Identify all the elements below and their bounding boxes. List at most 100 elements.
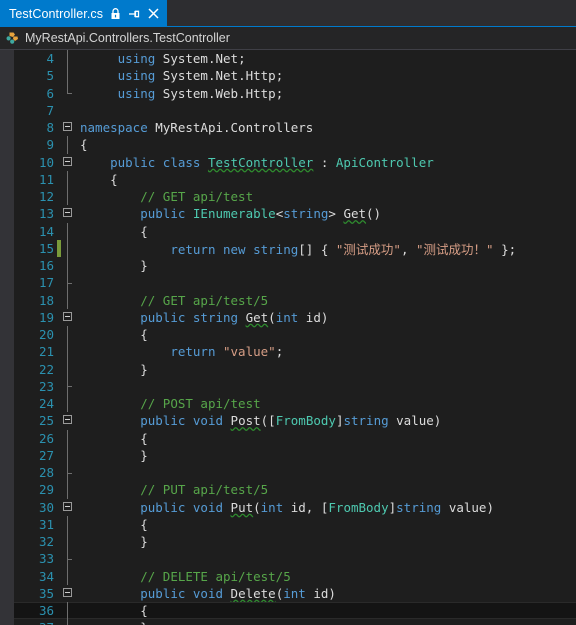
code-line[interactable]: 25 public void Post([FromBody]string val… <box>14 412 576 429</box>
fold-toggle-icon[interactable] <box>61 585 75 602</box>
code-token: // GET api/test/5 <box>140 292 269 308</box>
code-line[interactable]: 22 } <box>14 360 576 378</box>
code-line[interactable]: 16 } <box>14 257 576 275</box>
fold-toggle-icon[interactable] <box>61 499 75 516</box>
code-line[interactable]: 8 namespace MyRestApi.Controllers <box>14 119 576 136</box>
code-line[interactable]: 30 public void Put(int id, [FromBody]str… <box>14 499 576 516</box>
fold-toggle-icon[interactable] <box>61 119 75 136</box>
indicator-margin[interactable] <box>0 50 14 625</box>
code-line[interactable]: 10 public class TestController : ApiCont… <box>14 154 576 171</box>
code-line[interactable]: 27 } <box>14 446 576 464</box>
close-icon[interactable] <box>147 7 160 20</box>
line-number: 36 <box>38 603 54 619</box>
code-token: using <box>117 85 156 101</box>
code-text: { <box>75 224 576 239</box>
line-number: 10 <box>38 154 54 170</box>
code-line[interactable]: 23 <box>14 377 576 395</box>
code-line[interactable]: 21 return "value"; <box>14 343 576 361</box>
code-line[interactable]: 32 } <box>14 533 576 551</box>
code-token: namespace <box>80 120 148 136</box>
line-number: 21 <box>38 344 54 360</box>
line-number: 12 <box>38 189 54 205</box>
code-line[interactable]: 9{ <box>14 136 576 154</box>
code-token: id) <box>298 309 329 325</box>
code-text: // GET api/test <box>75 189 576 204</box>
tab-testcontroller-cs[interactable]: TestController.cs <box>0 0 168 27</box>
code-line[interactable]: 26 { <box>14 429 576 447</box>
code-line[interactable]: 15 return new string[] { "测试成功", "测试成功！"… <box>14 239 576 257</box>
outline-guide <box>61 222 75 240</box>
code-token: } <box>80 534 148 550</box>
code-token: { <box>80 603 148 619</box>
code-token: Get <box>245 309 269 325</box>
code-line[interactable]: 24 // POST api/test <box>14 395 576 413</box>
code-editor[interactable]: 4 using System.Net; 5 using System.Net.Ht… <box>0 50 576 625</box>
code-line[interactable]: 35 public void Delete(int id) <box>14 585 576 602</box>
line-number: 33 <box>38 551 54 567</box>
code-line[interactable]: 6 using System.Web.Http; <box>14 84 576 102</box>
code-text: using System.Net.Http; <box>75 68 576 83</box>
code-line[interactable]: 5 using System.Net.Http; <box>14 67 576 85</box>
code-token: int <box>283 585 306 601</box>
code-token: System.Web.Http; <box>155 85 284 101</box>
breadcrumb-label: MyRestApi.Controllers.TestController <box>25 31 230 45</box>
code-token: void <box>192 585 224 601</box>
outline-guide <box>61 274 75 292</box>
code-token: value) <box>441 499 494 515</box>
fold-toggle-icon[interactable] <box>61 412 75 429</box>
line-number: 9 <box>46 137 54 153</box>
code-line[interactable]: 37 } <box>14 619 576 625</box>
breadcrumb[interactable]: MyRestApi.Controllers.TestController <box>0 27 576 50</box>
fold-toggle-icon[interactable] <box>61 205 75 222</box>
code-line[interactable]: 14 { <box>14 222 576 240</box>
outline-guide <box>61 446 75 464</box>
code-text: } <box>75 448 576 463</box>
code-line[interactable]: 20 { <box>14 326 576 344</box>
fold-toggle-icon[interactable] <box>61 309 75 326</box>
line-number: 34 <box>38 568 54 584</box>
code-line[interactable]: 7 <box>14 102 576 119</box>
code-token: "测试成功" <box>335 241 401 257</box>
code-token: public <box>140 413 186 429</box>
code-line[interactable]: 36 { <box>14 602 576 620</box>
fold-toggle-icon[interactable] <box>61 154 75 171</box>
code-token: class <box>162 154 201 170</box>
code-text: public class TestController : ApiControl… <box>75 155 576 170</box>
line-number: 7 <box>46 102 54 118</box>
code-line[interactable]: 4 using System.Net; <box>14 50 576 68</box>
code-token: { <box>80 171 118 187</box>
code-line[interactable]: 17 <box>14 274 576 292</box>
code-token: // POST api/test <box>140 396 261 412</box>
code-line[interactable]: 13 public IEnumerable<string> Get() <box>14 205 576 222</box>
pin-icon[interactable] <box>128 8 140 20</box>
code-line[interactable]: 19 public string Get(int id) <box>14 309 576 326</box>
code-line[interactable]: 11 { <box>14 170 576 188</box>
line-number: 19 <box>38 309 54 325</box>
code-text: public void Put(int id, [FromBody]string… <box>75 500 576 515</box>
code-line[interactable]: 29 // PUT api/test/5 <box>14 481 576 499</box>
code-line[interactable]: 31 { <box>14 515 576 533</box>
code-token: System.Net.Http; <box>155 68 284 84</box>
outline-guide <box>61 360 75 378</box>
code-text: public void Delete(int id) <box>75 586 576 601</box>
code-line[interactable]: 34 // DELETE api/test/5 <box>14 567 576 585</box>
outline-guide <box>61 377 75 395</box>
code-token: ( <box>268 309 276 325</box>
code-token: // DELETE api/test/5 <box>140 568 291 584</box>
code-line[interactable]: 28 <box>14 464 576 482</box>
lock-icon[interactable] <box>110 7 121 20</box>
code-line[interactable]: 33 <box>14 550 576 568</box>
code-lines-container[interactable]: 4 using System.Net; 5 using System.Net.Ht… <box>14 50 576 625</box>
code-line[interactable]: 12 // GET api/test <box>14 188 576 206</box>
code-token: string <box>253 241 299 257</box>
code-text: } <box>75 620 576 625</box>
code-token: , <box>400 241 417 257</box>
code-line[interactable]: 18 // GET api/test/5 <box>14 291 576 309</box>
